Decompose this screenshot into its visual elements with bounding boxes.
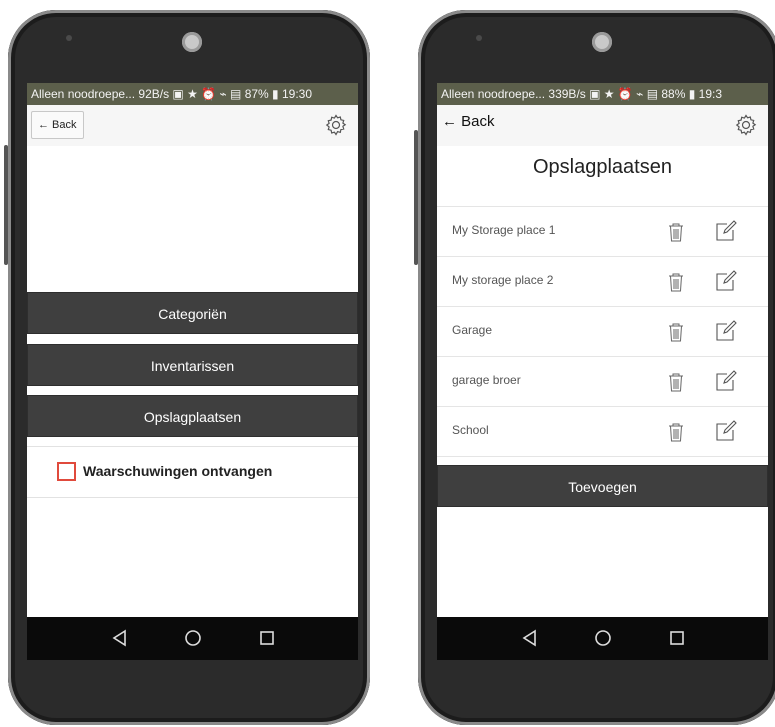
screen-storage-places: Alleen noodroepe... 339B/s ▣ ★ ⏰ ⌁ ▤ 88%… xyxy=(437,83,768,660)
storage-places-button[interactable]: Opslagplaatsen xyxy=(27,395,358,437)
trash-icon[interactable] xyxy=(667,271,685,293)
speaker xyxy=(476,35,482,41)
storage-place-label: My storage place 2 xyxy=(452,273,554,287)
status-bar: Alleen noodroepe... 339B/s ▣ ★ ⏰ ⌁ ▤ 88%… xyxy=(437,83,768,105)
categories-button[interactable]: Categoriën xyxy=(27,292,358,334)
trash-icon[interactable] xyxy=(667,421,685,443)
status-text: Alleen noodroepe... 92B/s ▣ ★ ⏰ ⌁ ▤ 87% … xyxy=(31,87,313,101)
page-title: Opslagplaatsen xyxy=(533,156,672,178)
back-button[interactable]: ← Back xyxy=(442,113,495,130)
list-item: My storage place 2 xyxy=(437,257,768,307)
list-item: garage broer xyxy=(437,357,768,407)
speaker xyxy=(66,35,72,41)
side-button xyxy=(414,130,418,265)
trash-icon[interactable] xyxy=(667,371,685,393)
app-bar: ← Back xyxy=(27,105,358,146)
gear-icon[interactable] xyxy=(324,113,348,137)
front-camera xyxy=(592,32,612,52)
status-text: Alleen noodroepe... 339B/s ▣ ★ ⏰ ⌁ ▤ 88%… xyxy=(441,87,723,101)
status-bar: Alleen noodroepe... 92B/s ▣ ★ ⏰ ⌁ ▤ 87% … xyxy=(27,83,358,105)
nav-home-icon[interactable] xyxy=(592,627,614,649)
back-button[interactable]: ← Back xyxy=(31,111,84,139)
side-button xyxy=(4,145,8,265)
app-bar: ← Back xyxy=(437,105,768,146)
warnings-checkbox[interactable] xyxy=(57,462,76,481)
list-item: School xyxy=(437,407,768,457)
storage-place-label: My Storage place 1 xyxy=(452,223,556,237)
nav-home-icon[interactable] xyxy=(182,627,204,649)
storage-list: My Storage place 1 My storage place 2 Ga… xyxy=(437,206,768,457)
phone-right: Alleen noodroepe... 339B/s ▣ ★ ⏰ ⌁ ▤ 88%… xyxy=(414,10,775,725)
edit-icon[interactable] xyxy=(713,419,737,443)
nav-back-icon[interactable] xyxy=(519,627,541,649)
android-nav-bar xyxy=(437,617,768,660)
warnings-row: Waarschuwingen ontvangen xyxy=(27,446,358,498)
nav-back-icon[interactable] xyxy=(109,627,131,649)
edit-icon[interactable] xyxy=(713,369,737,393)
phone-left: Alleen noodroepe... 92B/s ▣ ★ ⏰ ⌁ ▤ 87% … xyxy=(4,10,370,725)
gear-icon[interactable] xyxy=(734,113,758,137)
list-item: Garage xyxy=(437,307,768,357)
storage-place-label: garage broer xyxy=(452,373,521,387)
edit-icon[interactable] xyxy=(713,319,737,343)
inventories-button[interactable]: Inventarissen xyxy=(27,344,358,386)
front-camera xyxy=(182,32,202,52)
storage-place-label: Garage xyxy=(452,323,493,337)
edit-icon[interactable] xyxy=(713,219,737,243)
list-item: My Storage place 1 xyxy=(437,207,768,257)
nav-recents-icon[interactable] xyxy=(666,627,688,649)
storage-place-label: School xyxy=(452,423,489,437)
add-button[interactable]: Toevoegen xyxy=(437,465,768,507)
nav-recents-icon[interactable] xyxy=(256,627,278,649)
screen-main-menu: Alleen noodroepe... 92B/s ▣ ★ ⏰ ⌁ ▤ 87% … xyxy=(27,83,358,660)
trash-icon[interactable] xyxy=(667,321,685,343)
android-nav-bar xyxy=(27,617,358,660)
trash-icon[interactable] xyxy=(667,221,685,243)
edit-icon[interactable] xyxy=(713,269,737,293)
warnings-label: Waarschuwingen ontvangen xyxy=(83,463,273,479)
